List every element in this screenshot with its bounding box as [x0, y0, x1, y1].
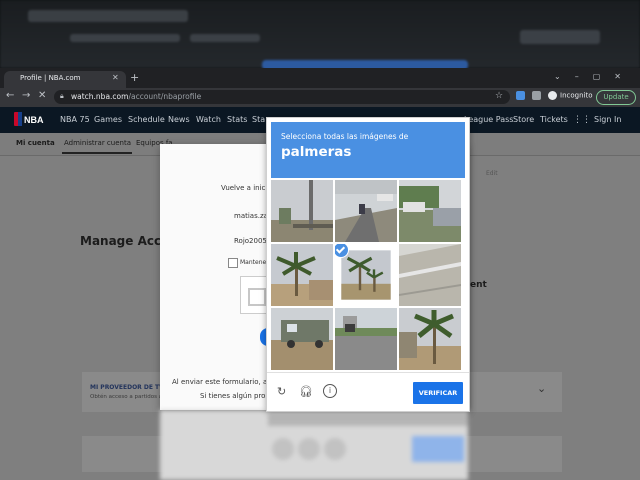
nav-games[interactable]: Games — [94, 115, 122, 124]
nav-standings[interactable]: Sta — [252, 115, 265, 124]
nav-sign-in[interactable]: Sign In — [594, 115, 621, 124]
nav-nba75[interactable]: NBA 75 — [60, 115, 90, 124]
nav-stats[interactable]: Stats — [227, 115, 247, 124]
nav-news[interactable]: News — [168, 115, 190, 124]
remember-checkbox[interactable] — [228, 258, 238, 268]
incognito-icon — [548, 91, 557, 100]
info-icon[interactable]: i — [323, 384, 337, 398]
chevron-down-icon[interactable]: ⌄ — [537, 382, 546, 395]
remember-label: Mantener — [240, 259, 269, 266]
window-controls[interactable]: ⌄–▢✕ — [554, 72, 635, 81]
recaptcha-challenge: Selecciona todas las imágenes de palmera… — [266, 117, 470, 412]
challenge-instruction: Selecciona todas las imágenes de — [281, 132, 409, 141]
nav-store[interactable]: Store — [513, 115, 534, 124]
subnav-administrar-cuenta[interactable]: Administrar cuenta — [64, 139, 131, 147]
svg-text:NBA: NBA — [24, 115, 44, 125]
reload-icon[interactable]: ↻ — [277, 385, 286, 398]
browser-tab[interactable]: Profile | NBA.com ✕ — [4, 71, 126, 88]
back-icon[interactable]: ← — [6, 90, 14, 101]
address-bar[interactable]: 🔒︎ watch.nba.com/account/nbaprofile ☆ — [54, 90, 510, 104]
subnav-mi-cuenta[interactable]: Mi cuenta — [16, 139, 55, 147]
challenge-target: palmeras — [281, 144, 352, 160]
login-prompt: Vuelve a inicia — [221, 184, 272, 192]
captcha-tile-4[interactable] — [271, 244, 333, 306]
provider-title: MI PROVEEDOR DE TV — [90, 384, 164, 391]
new-tab-button[interactable]: + — [130, 71, 139, 84]
forward-icon[interactable]: → — [22, 90, 30, 101]
translate-extension-icon[interactable] — [516, 91, 525, 100]
captcha-tile-5[interactable] — [335, 244, 397, 306]
page-title: Manage Acco — [80, 234, 170, 248]
nba-logo[interactable]: NBA — [14, 111, 48, 127]
recaptcha-checkbox[interactable] — [248, 288, 266, 306]
challenge-footer: ↻ 🎧︎ i VERIFICAR — [267, 372, 469, 411]
verify-button[interactable]: VERIFICAR — [413, 382, 463, 404]
edit-pill[interactable]: Edit — [486, 170, 498, 177]
audio-icon[interactable]: 🎧︎ — [299, 385, 313, 398]
nav-tickets[interactable]: Tickets — [540, 115, 568, 124]
captcha-tile-8[interactable] — [335, 308, 397, 370]
blurred-bottom — [160, 410, 468, 480]
stop-loading-icon[interactable]: ✕ — [38, 90, 46, 101]
captcha-tile-7[interactable] — [271, 308, 333, 370]
captcha-tile-3[interactable] — [399, 180, 461, 242]
disclaimer-text: Al enviar este formulario, acep — [172, 378, 280, 386]
captcha-tile-9[interactable] — [399, 308, 461, 370]
incognito-indicator[interactable]: Incognito — [548, 91, 592, 100]
lock-icon[interactable]: 🔒︎ — [60, 92, 64, 101]
captcha-tile-6[interactable] — [399, 244, 461, 306]
help-text: Si tienes algún proble — [200, 392, 277, 400]
challenge-header: Selecciona todas las imágenes de palmera… — [271, 122, 465, 178]
captcha-tile-1[interactable] — [271, 180, 333, 242]
url-text: watch.nba.com/account/nbaprofile — [71, 92, 202, 101]
nav-schedule[interactable]: Schedule — [128, 115, 165, 124]
captcha-tile-2[interactable] — [335, 180, 397, 242]
update-button[interactable]: Update — [596, 90, 636, 105]
extensions-puzzle-icon[interactable] — [532, 91, 541, 100]
bookmark-star-icon[interactable]: ☆ — [495, 91, 503, 101]
blurred-desktop — [0, 0, 640, 70]
tab-title: Profile | NBA.com — [20, 74, 81, 82]
nav-league-pass[interactable]: League Pass — [464, 115, 513, 124]
section-heading: ent — [470, 280, 487, 290]
password-field[interactable]: Rojo2005 — [234, 237, 267, 245]
nav-watch[interactable]: Watch — [196, 115, 221, 124]
apps-grid-icon[interactable]: ⋮⋮ — [573, 115, 591, 125]
tab-close-icon[interactable]: ✕ — [112, 73, 119, 82]
provider-text: Obtén acceso a partidos a — [90, 394, 163, 400]
subnav-active-underline — [62, 152, 132, 154]
